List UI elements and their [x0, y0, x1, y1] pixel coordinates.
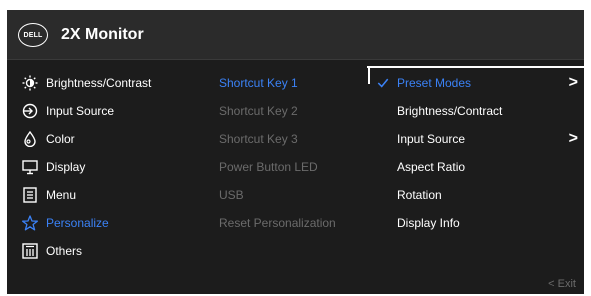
menu-item-label: Color [46, 132, 75, 146]
submenu-item-power-button-led[interactable]: Power Button LED [219, 157, 369, 177]
brightness-icon [21, 74, 39, 92]
submenu-item-shortcut-key-2[interactable]: Shortcut Key 2 [219, 101, 369, 121]
option-label: Input Source [397, 132, 466, 146]
display-icon [21, 158, 39, 176]
chevron-right-icon: > [568, 130, 578, 147]
others-icon [21, 242, 39, 260]
menu-item-label: Input Source [46, 104, 115, 118]
selection-bar [367, 66, 584, 68]
submenu-item-shortcut-key-3[interactable]: Shortcut Key 3 [219, 129, 369, 149]
menu-item-color[interactable]: Color [21, 129, 221, 149]
osd-header: DELL 2X Monitor [7, 10, 584, 60]
submenu-item-shortcut-key-1[interactable]: Shortcut Key 1 [219, 73, 369, 93]
exit-button[interactable]: < Exit [548, 278, 576, 290]
osd-window: DELL 2X Monitor Brightness/Contrast Inpu… [7, 10, 584, 294]
submenu-item-reset-personalization[interactable]: Reset Personalization [219, 213, 369, 233]
menu-item-label: Menu [46, 188, 77, 202]
check-icon [377, 77, 391, 89]
option-label: Aspect Ratio [397, 160, 466, 174]
option-brightness-contract[interactable]: Brightness/Contract [373, 101, 584, 121]
menu-item-label: Display [46, 160, 86, 174]
menu-item-menu[interactable]: Menu [21, 185, 221, 205]
menu-item-label: Others [46, 244, 83, 258]
menu-item-label: Personalize [46, 216, 109, 230]
chevron-right-icon: > [568, 74, 578, 91]
menu-item-label: Brightness/Contrast [46, 76, 152, 90]
option-label: Rotation [397, 188, 442, 202]
star-icon [21, 214, 39, 232]
menu-item-personalize[interactable]: Personalize [21, 213, 221, 233]
menu-item-input-source[interactable]: Input Source [21, 101, 221, 121]
input-source-icon [21, 102, 39, 120]
dell-logo: DELL [18, 23, 48, 47]
option-label: Preset Modes [397, 76, 472, 90]
menu-item-display[interactable]: Display [21, 157, 221, 177]
menu-icon [21, 186, 39, 204]
option-rotation[interactable]: Rotation [373, 185, 584, 205]
option-aspect-ratio[interactable]: Aspect Ratio [373, 157, 584, 177]
submenu-item-usb[interactable]: USB [219, 185, 369, 205]
page-title: 2X Monitor [61, 26, 144, 43]
option-label: Display Info [397, 216, 460, 230]
color-icon [21, 130, 39, 148]
option-display-info[interactable]: Display Info [373, 213, 584, 233]
selection-marker [368, 68, 370, 84]
option-label: Brightness/Contract [397, 104, 503, 118]
option-preset-modes[interactable]: Preset Modes > [373, 73, 584, 93]
logo-text: DELL [23, 31, 43, 39]
menu-item-brightness-contrast[interactable]: Brightness/Contrast [21, 73, 221, 93]
menu-item-others[interactable]: Others [21, 241, 221, 261]
option-input-source[interactable]: Input Source > [373, 129, 584, 149]
